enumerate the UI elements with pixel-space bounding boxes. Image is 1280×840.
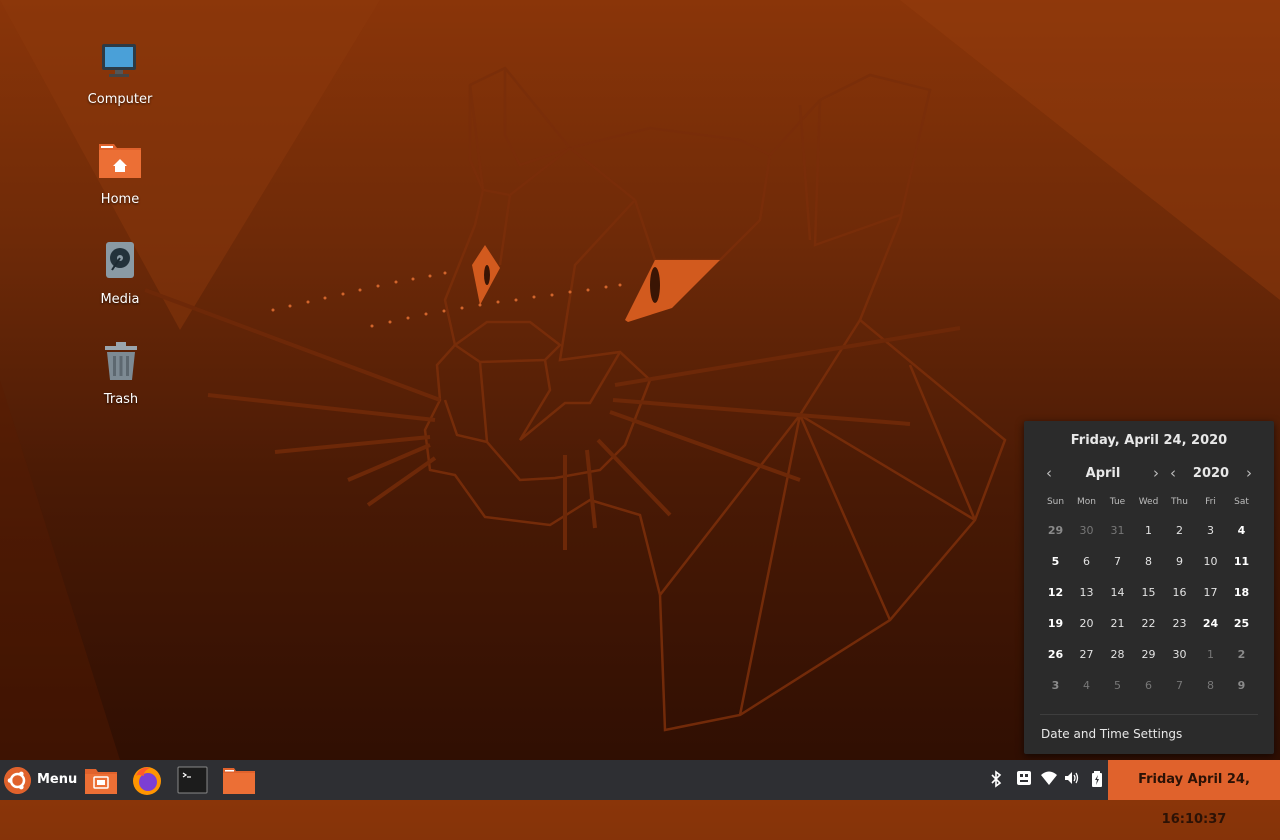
calendar-day[interactable]: 29: [1040, 517, 1071, 545]
calendar-day[interactable]: 1: [1133, 517, 1164, 545]
calendar-day[interactable]: 22: [1133, 610, 1164, 638]
keyboard-icon[interactable]: [1015, 770, 1033, 790]
weekday-label: Wed: [1138, 497, 1159, 507]
computer-icon: [102, 44, 136, 77]
file-manager-icon[interactable]: [84, 764, 118, 796]
calendar-day[interactable]: 9: [1226, 672, 1257, 700]
calendar-day[interactable]: 8: [1195, 672, 1226, 700]
terminal-icon[interactable]: [176, 764, 210, 796]
calendar-day[interactable]: 28: [1102, 641, 1133, 669]
calendar-year: 2020: [1192, 466, 1230, 481]
calendar-day[interactable]: 26: [1040, 641, 1071, 669]
calendar-day[interactable]: 5: [1102, 672, 1133, 700]
calendar-day[interactable]: 19: [1040, 610, 1071, 638]
weekday-label: Fri: [1205, 497, 1216, 507]
clock-applet[interactable]: Friday April 24, 16:10:37: [1108, 760, 1280, 827]
calendar-day[interactable]: 15: [1133, 579, 1164, 607]
date-time-settings-link[interactable]: Date and Time Settings: [1041, 727, 1182, 741]
volume-icon[interactable]: [1063, 770, 1081, 790]
calendar-day[interactable]: 6: [1071, 548, 1102, 576]
wifi-icon[interactable]: [1040, 770, 1058, 790]
weekday-label: Sat: [1234, 497, 1249, 507]
calendar-day[interactable]: 29: [1133, 641, 1164, 669]
next-year-button[interactable]: ›: [1242, 464, 1256, 482]
ubuntu-logo-icon: [4, 767, 31, 794]
desktop-icon-label: Home: [100, 192, 140, 207]
calendar-day[interactable]: 18: [1226, 579, 1257, 607]
calendar-day[interactable]: 6: [1133, 672, 1164, 700]
desktop-icon-trash[interactable]: Trash: [76, 340, 166, 407]
calendar-day[interactable]: 11: [1226, 548, 1257, 576]
home-folder-icon: [99, 144, 141, 178]
desktop-icon-label: Trash: [103, 392, 139, 407]
bluetooth-icon[interactable]: [987, 770, 1005, 790]
calendar-day[interactable]: 9: [1164, 548, 1195, 576]
battery-icon[interactable]: [1088, 770, 1106, 790]
menu-label: Menu: [37, 772, 78, 787]
prev-month-button[interactable]: ‹: [1042, 464, 1056, 482]
desktop-icon-computer[interactable]: Computer: [75, 40, 165, 107]
menu-button[interactable]: Menu: [0, 760, 80, 800]
calendar-day[interactable]: 21: [1102, 610, 1133, 638]
calendar-month: April: [1085, 466, 1121, 481]
calendar-day[interactable]: 8: [1133, 548, 1164, 576]
calendar-day[interactable]: 2: [1226, 641, 1257, 669]
calendar-popup: Friday, April 24, 2020 ‹ April › ‹ 2020 …: [1024, 421, 1274, 754]
calendar-day[interactable]: 12: [1040, 579, 1071, 607]
calendar-day[interactable]: 1: [1195, 641, 1226, 669]
calendar-day[interactable]: 7: [1102, 548, 1133, 576]
desktop-icon-home[interactable]: Home: [75, 140, 165, 207]
calendar-divider: [1040, 714, 1258, 715]
bottom-panel: Menu Friday April 24, 16:10:37: [0, 760, 1280, 827]
weekday-label: Thu: [1171, 497, 1188, 507]
calendar-day[interactable]: 31: [1102, 517, 1133, 545]
desktop-icon-label: Media: [100, 292, 140, 307]
calendar-day[interactable]: 10: [1195, 548, 1226, 576]
prev-year-button[interactable]: ‹: [1166, 464, 1180, 482]
calendar-day[interactable]: 23: [1164, 610, 1195, 638]
calendar-day[interactable]: 14: [1102, 579, 1133, 607]
firefox-icon[interactable]: [130, 764, 164, 796]
calendar-day[interactable]: 13: [1071, 579, 1102, 607]
calendar-day[interactable]: 4: [1071, 672, 1102, 700]
calendar-day[interactable]: 2: [1164, 517, 1195, 545]
calendar-title: Friday, April 24, 2020: [1070, 433, 1228, 448]
calendar-day[interactable]: 3: [1195, 517, 1226, 545]
weekday-label: Sun: [1046, 497, 1065, 507]
next-month-button[interactable]: ›: [1149, 464, 1163, 482]
calendar-day[interactable]: 7: [1164, 672, 1195, 700]
calendar-day[interactable]: 25: [1226, 610, 1257, 638]
calendar-day[interactable]: 30: [1071, 517, 1102, 545]
calendar-day-today[interactable]: 24: [1195, 609, 1226, 638]
calendar-day[interactable]: 3: [1040, 672, 1071, 700]
folder-icon[interactable]: [222, 764, 256, 796]
calendar-day[interactable]: 4: [1226, 517, 1257, 545]
calendar-day[interactable]: 5: [1040, 548, 1071, 576]
calendar-day[interactable]: 20: [1071, 610, 1102, 638]
calendar-day[interactable]: 30: [1164, 641, 1195, 669]
trash-icon: [105, 342, 137, 380]
desktop-icon-media[interactable]: Media: [75, 240, 165, 307]
calendar-day[interactable]: 16: [1164, 579, 1195, 607]
calendar-day[interactable]: 27: [1071, 641, 1102, 669]
weekday-label: Mon: [1077, 497, 1096, 507]
weekday-label: Tue: [1109, 497, 1126, 507]
calendar-day[interactable]: 17: [1195, 579, 1226, 607]
desktop-icon-label: Computer: [87, 92, 153, 107]
media-drive-icon: [106, 242, 134, 278]
